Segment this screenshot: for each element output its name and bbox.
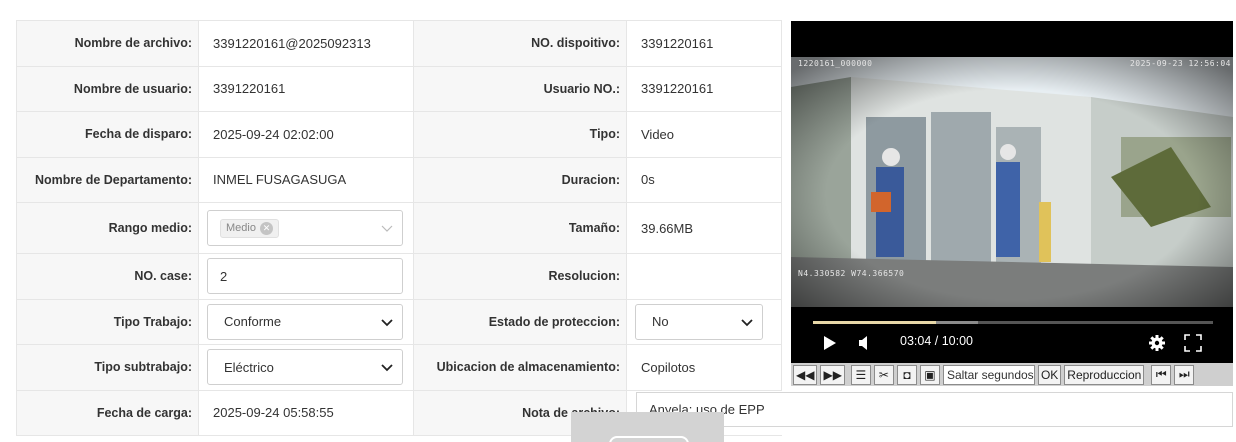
scissors-icon[interactable]: ✂ [873,364,894,385]
table-row: Tipo Trabajo: Conforme Estado de protecc… [17,299,782,345]
list-icon[interactable]: ☰ [850,364,871,385]
rewind-icon[interactable]: ◀◀ [793,364,818,385]
fast-forward-icon[interactable]: ▶▶ [820,364,845,385]
chevron-down-icon [741,319,753,327]
file-details-table: Nombre de archivo: 3391220161@2025092313… [16,20,782,436]
time-display: 03:04 / 10:00 [900,334,973,348]
duration-label: Duracion: [414,157,627,202]
upload-date-label: Fecha de carga: [17,390,199,435]
upload-date-value: 2025-09-24 05:58:55 [213,405,334,421]
range-multiselect[interactable]: Medio ✕ [207,210,403,246]
type-label: Tipo: [414,112,627,157]
user-name-value: 3391220161 [213,81,286,97]
work-subtype-select[interactable]: Eléctrico [207,349,403,386]
user-number-value: 3391220161 [641,81,714,97]
osd-datetime: 2025-09-23 12:56:04 [1129,59,1231,68]
volume-icon[interactable] [857,333,871,353]
gear-icon[interactable] [1148,333,1166,353]
type-value: Video [641,126,675,142]
device-number-value: 3391220161 [641,35,714,51]
range-tag: Medio ✕ [220,218,279,238]
remove-tag-icon[interactable]: ✕ [259,221,273,235]
chevron-down-icon [381,364,393,372]
table-row: Nombre de Departamento: INMEL FUSAGASUGA… [17,157,782,203]
overlay-handle[interactable] [609,436,689,442]
frame-forward-icon[interactable]: ▣ [919,364,940,385]
chevron-down-icon [381,225,393,232]
osd-gps: N4.330582 W74.366570 [798,269,905,278]
player-toolbar: ◀◀ ▶▶ ☰ ✂ ◘ ▣ Saltar segundos OK Reprodu… [791,363,1233,386]
size-label: Tamaño: [414,203,627,253]
skip-seconds-input[interactable]: Saltar segundos [942,364,1035,385]
playback-button[interactable]: Reproduccion [1064,364,1145,385]
user-name-label: Nombre de usuario: [17,66,199,111]
skip-end-icon[interactable]: ⏭ [1174,364,1195,385]
play-icon[interactable] [823,333,837,353]
size-value: 39.66MB [641,220,694,236]
resolution-label: Resolucion: [414,254,627,299]
table-row: Tipo subtrabajo: Eléctrico Ubicacion de … [17,345,782,391]
trigger-date-label: Fecha de disparo: [17,112,199,157]
file-name-label: Nombre de archivo: [17,21,199,66]
case-number-label: NO. case: [17,254,199,299]
case-number-value: 2 [220,268,228,284]
file-name-value: 3391220161@2025092313 [213,35,371,51]
ok-button[interactable]: OK [1037,364,1062,385]
table-row: NO. case: 2 Resolucion: [17,254,782,300]
department-value: INMEL FUSAGASUGA [213,172,347,188]
work-subtype-value: Eléctrico [224,359,274,375]
work-type-value: Conforme [224,314,282,330]
work-type-label: Tipo Trabajo: [17,299,199,344]
chevron-down-icon [381,319,393,327]
table-row: Nombre de archivo: 3391220161@2025092313… [17,21,782,67]
fullscreen-icon[interactable] [1184,333,1202,353]
range-label: Rango medio: [17,203,199,253]
skip-start-icon[interactable]: ⏮ [1151,364,1172,385]
department-label: Nombre de Departamento: [17,157,199,202]
frame-back-icon[interactable]: ◘ [896,364,917,385]
work-type-select[interactable]: Conforme [207,303,403,340]
duration-value: 0s [641,172,655,188]
device-number-label: NO. dispoitivo: [414,21,627,66]
storage-location-label: Ubicacion de almacenamiento: [414,345,627,390]
osd-device-id: 1220161_000000 [798,59,873,68]
table-row: Rango medio: Medio ✕ Tamaño: 39.66MB [17,203,782,254]
floating-overlay [571,412,724,442]
table-row: Nombre de usuario: 3391220161 Usuario NO… [17,66,782,112]
case-number-input[interactable]: 2 [207,258,403,295]
protection-status-label: Estado de proteccion: [414,299,627,344]
trigger-date-value: 2025-09-24 02:02:00 [213,126,334,142]
table-row: Fecha de disparo: 2025-09-24 02:02:00 Ti… [17,112,782,158]
file-note-input[interactable]: Anyela: uso de EPP [636,392,1233,427]
storage-location-value: Copilotos [641,359,696,375]
user-number-label: Usuario NO.: [414,66,627,111]
progress-bar[interactable] [813,321,1213,324]
protection-status-select[interactable]: No [635,303,763,340]
progress-played [813,321,936,324]
work-subtype-label: Tipo subtrabajo: [17,345,199,390]
video-player[interactable]: 1220161_000000 2025-09-23 12:56:04 N4.33… [791,21,1233,385]
range-tag-label: Medio [226,222,256,234]
protection-status-value: No [652,314,669,330]
